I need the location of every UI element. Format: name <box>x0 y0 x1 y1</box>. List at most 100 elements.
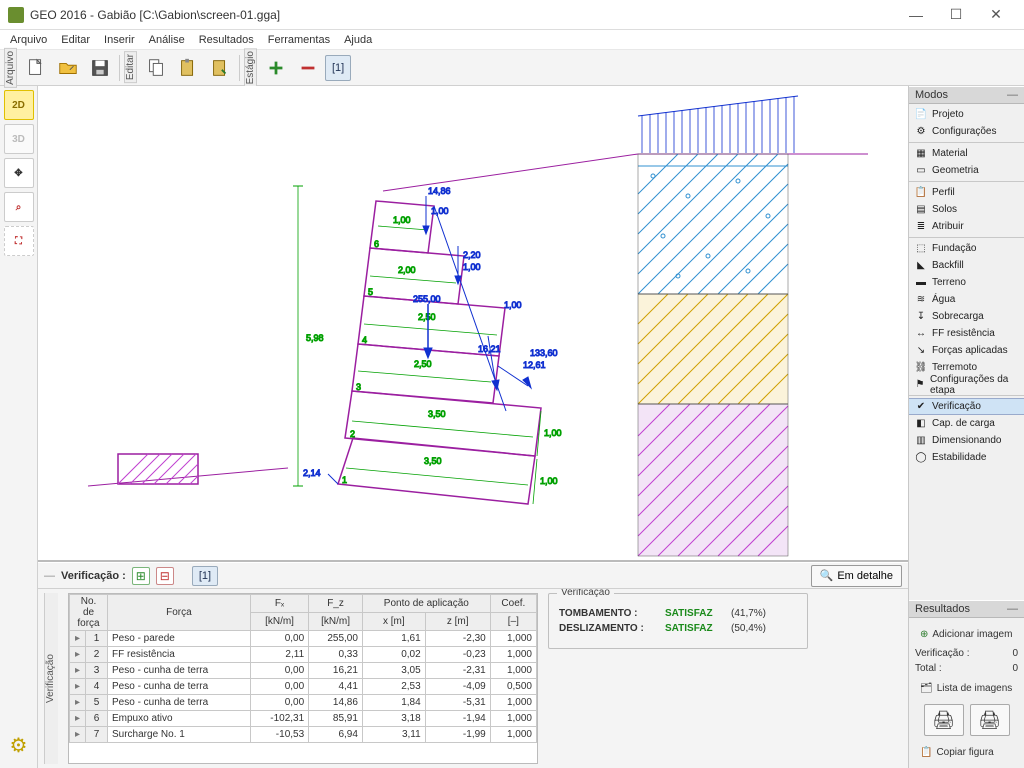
svg-text:2: 2 <box>350 429 355 439</box>
modos-item-estabilidade[interactable]: ◯Estabilidade <box>909 449 1024 466</box>
table-row[interactable]: ▸2FF resistência2,110,330,02-0,231,000 <box>70 647 537 663</box>
modos-icon: ↧ <box>915 311 927 323</box>
add-image-button[interactable]: ⊕Adicionar imagem <box>915 624 1018 644</box>
image-list-button[interactable]: 🗂Lista de imagens <box>915 678 1018 698</box>
svg-text:14,86: 14,86 <box>428 186 451 196</box>
minimize-button[interactable]: ― <box>896 0 936 30</box>
modos-item-projeto[interactable]: 📄Projeto <box>909 106 1024 123</box>
modos-icon: ↘ <box>915 345 927 357</box>
print-pdf-button[interactable]: 🖨 <box>970 704 1010 736</box>
modos-item-for-as-aplicadas[interactable]: ↘Forças aplicadas <box>909 342 1024 359</box>
drawing-canvas[interactable]: 6 5 4 3 2 1 1,00 2,00 2,50 2,50 3,50 3,5… <box>38 86 908 562</box>
svg-text:3,50: 3,50 <box>428 409 446 419</box>
modos-item-verifica-o[interactable]: ✔Verificação <box>909 398 1024 415</box>
menu-editar[interactable]: Editar <box>55 34 96 46</box>
forces-table[interactable]: No.de força Força Fₓ F_z Ponto de aplica… <box>68 593 538 764</box>
table-row[interactable]: ▸4Peso - cunha de terra0,004,412,53-4,09… <box>70 679 537 695</box>
toolbar-tab-editar[interactable]: Editar <box>124 51 137 83</box>
bp-stage-button[interactable]: [1] <box>192 566 218 586</box>
new-file-button[interactable] <box>21 53 51 83</box>
window-title: GEO 2016 - Gabião [C:\Gabion\screen-01.g… <box>30 8 896 22</box>
svg-text:2,00: 2,00 <box>398 265 416 275</box>
paste-special-button[interactable] <box>205 53 235 83</box>
modos-item-dimensionando[interactable]: ▥Dimensionando <box>909 432 1024 449</box>
table-row[interactable]: ▸1Peso - parede0,00255,001,61-2,301,000 <box>70 631 537 647</box>
close-button[interactable]: ✕ <box>976 0 1016 30</box>
menu-analise[interactable]: Análise <box>143 34 191 46</box>
view-2d-button[interactable]: 2D <box>4 90 34 120</box>
open-file-button[interactable] <box>53 53 83 83</box>
print-button[interactable]: 🖨 <box>924 704 964 736</box>
modos-item-configura-es-da-etapa[interactable]: ⚑Configurações da etapa <box>909 376 1024 393</box>
bottom-panel: ― Verificação : ⊞ ⊟ [1] 🔍 Em detalhe Ver… <box>38 562 908 768</box>
right-panel: Modos― 📄Projeto⚙Configurações ▦Material▭G… <box>908 86 1024 768</box>
modos-item-perfil[interactable]: 📋Perfil <box>909 184 1024 201</box>
bp-side-tab[interactable]: Verificação <box>44 593 58 764</box>
table-row[interactable]: ▸3Peso - cunha de terra0,0016,213,05-2,3… <box>70 663 537 679</box>
app-icon <box>8 7 24 23</box>
modos-icon: ▭ <box>915 165 927 177</box>
modos-item--gua[interactable]: ≋Água <box>909 291 1024 308</box>
rp-modos-header[interactable]: Modos― <box>909 86 1024 104</box>
modos-icon: ◣ <box>915 260 927 272</box>
modos-item-sobrecarga[interactable]: ↧Sobrecarga <box>909 308 1024 325</box>
modos-icon: ✔ <box>915 401 927 413</box>
modos-item-configura-es[interactable]: ⚙Configurações <box>909 123 1024 140</box>
modos-item-terreno[interactable]: ▬Terreno <box>909 274 1024 291</box>
modos-item-solos[interactable]: ▤Solos <box>909 201 1024 218</box>
modos-item-backfill[interactable]: ◣Backfill <box>909 257 1024 274</box>
svg-text:1,00: 1,00 <box>463 262 481 272</box>
menu-inserir[interactable]: Inserir <box>98 34 141 46</box>
save-file-button[interactable] <box>85 53 115 83</box>
modos-item-material[interactable]: ▦Material <box>909 145 1024 162</box>
maximize-button[interactable]: ☐ <box>936 0 976 30</box>
stage-label: [1] <box>332 62 344 74</box>
modos-icon: ⛓ <box>915 362 927 374</box>
modos-icon: ▦ <box>915 148 927 160</box>
modos-item-cap-de-carga[interactable]: ◧Cap. de carga <box>909 415 1024 432</box>
table-row[interactable]: ▸6Empuxo ativo-102,3185,913,18-1,941,000 <box>70 711 537 727</box>
modos-item-geometria[interactable]: ▭Geometria <box>909 162 1024 179</box>
toolbar-tab-arquivo[interactable]: Arquivo <box>4 48 17 88</box>
menu-resultados[interactable]: Resultados <box>193 34 260 46</box>
menu-ferramentas[interactable]: Ferramentas <box>262 34 336 46</box>
rp-resultados-header[interactable]: Resultados― <box>909 600 1024 618</box>
menu-ajuda[interactable]: Ajuda <box>338 34 378 46</box>
svg-text:1,00: 1,00 <box>393 215 411 225</box>
verification-result-box: Verificação TOMBAMENTO :SATISFAZ(41,7%) … <box>548 593 808 649</box>
bp-remove-button[interactable]: ⊟ <box>156 567 174 585</box>
svg-text:5: 5 <box>368 287 373 297</box>
modos-icon: ▤ <box>915 204 927 216</box>
add-stage-button[interactable] <box>261 53 291 83</box>
table-row[interactable]: ▸7Surcharge No. 1-10,536,943,11-1,991,00… <box>70 727 537 743</box>
toolbar-tab-estagio[interactable]: Estágio <box>244 48 257 87</box>
modos-icon: ⚑ <box>915 379 925 391</box>
modos-item-atribuir[interactable]: ≣Atribuir <box>909 218 1024 235</box>
modos-icon: ⚙ <box>915 126 927 138</box>
toolbar: Arquivo Editar Estágio [1] <box>0 50 1024 86</box>
zoom-extents-button[interactable]: ⛶ <box>4 226 34 256</box>
left-toolbar: 2D 3D ✥ ⌕ ⛶ ⚙ <box>0 86 38 768</box>
bp-add-button[interactable]: ⊞ <box>132 567 150 585</box>
pan-button[interactable]: ✥ <box>4 158 34 188</box>
paste-button[interactable] <box>173 53 203 83</box>
svg-text:1: 1 <box>342 475 347 485</box>
copy-figure-button[interactable]: 📋Copiar figura <box>915 742 1018 762</box>
menu-arquivo[interactable]: Arquivo <box>4 34 53 46</box>
left-settings-button[interactable]: ⚙ <box>4 730 34 760</box>
zoom-window-button[interactable]: ⌕ <box>4 192 34 222</box>
modos-item-ff-resist-ncia[interactable]: ↔FF resistência <box>909 325 1024 342</box>
modos-icon: 📋 <box>915 187 927 199</box>
svg-text:2,14: 2,14 <box>303 468 321 478</box>
copy-button[interactable] <box>141 53 171 83</box>
view-3d-button[interactable]: 3D <box>4 124 34 154</box>
svg-text:1,00: 1,00 <box>544 428 562 438</box>
modos-item-funda-o[interactable]: ⬚Fundação <box>909 240 1024 257</box>
svg-text:12,61: 12,61 <box>523 360 546 370</box>
remove-stage-button[interactable] <box>293 53 323 83</box>
right-soil-column <box>638 154 788 556</box>
svg-text:2,50: 2,50 <box>418 312 436 322</box>
table-row[interactable]: ▸5Peso - cunha de terra0,0014,861,84-5,3… <box>70 695 537 711</box>
detail-button[interactable]: 🔍 Em detalhe <box>811 565 902 587</box>
stage-1-button[interactable]: [1] <box>325 55 351 81</box>
